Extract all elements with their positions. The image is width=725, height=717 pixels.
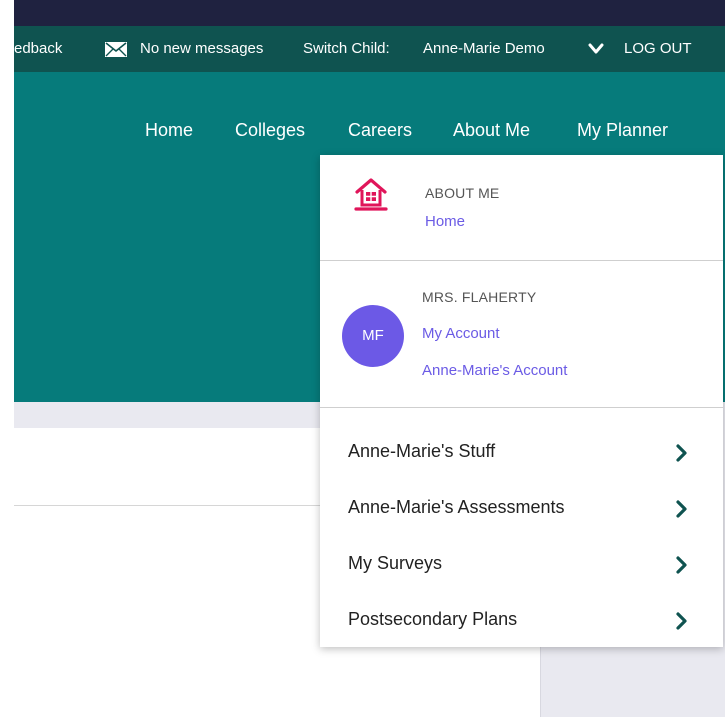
- messages-link[interactable]: No new messages: [140, 40, 263, 57]
- house-icon: [354, 178, 388, 211]
- chevron-right-icon: [676, 500, 687, 518]
- menu-item-postsecondary-plans[interactable]: Postsecondary Plans: [320, 593, 723, 649]
- avatar: MF: [342, 305, 404, 367]
- utility-bar: edback No new messages Switch Child: Ann…: [0, 26, 725, 72]
- about-me-heading: ABOUT ME: [425, 185, 500, 201]
- nav-about-me[interactable]: About Me: [453, 120, 530, 141]
- mail-icon[interactable]: [105, 42, 127, 57]
- nav-colleges[interactable]: Colleges: [235, 120, 305, 141]
- chevron-right-icon: [676, 444, 687, 462]
- chevron-right-icon: [676, 612, 687, 630]
- menu-item-stuff[interactable]: Anne-Marie's Stuff: [320, 425, 723, 481]
- menu-item-label: Postsecondary Plans: [348, 609, 518, 629]
- nav-my-planner[interactable]: My Planner: [577, 120, 668, 141]
- divider: [320, 260, 723, 261]
- switch-child-select[interactable]: Anne-Marie Demo: [423, 40, 545, 57]
- about-me-dropdown: ABOUT ME Home MF MRS. FLAHERTY My Accoun…: [320, 155, 723, 647]
- switch-child-label: Switch Child:: [303, 40, 390, 57]
- nav-home[interactable]: Home: [145, 120, 193, 141]
- divider: [320, 407, 723, 408]
- child-account-link[interactable]: Anne-Marie's Account: [422, 362, 567, 379]
- nav-careers[interactable]: Careers: [348, 120, 412, 141]
- top-strip: [0, 0, 725, 26]
- menu-item-label: My Surveys: [348, 553, 443, 573]
- chevron-down-icon[interactable]: [588, 43, 604, 55]
- menu-item-label: Anne-Marie's Stuff: [348, 441, 496, 461]
- account-owner-heading: MRS. FLAHERTY: [422, 289, 537, 305]
- my-account-link[interactable]: My Account: [422, 325, 500, 342]
- menu-item-assessments[interactable]: Anne-Marie's Assessments: [320, 481, 723, 537]
- left-gutter: [0, 0, 14, 717]
- feedback-link[interactable]: edback: [14, 40, 62, 57]
- chevron-right-icon: [676, 556, 687, 574]
- logout-link[interactable]: LOG OUT: [624, 40, 692, 57]
- menu-item-surveys[interactable]: My Surveys: [320, 537, 723, 593]
- menu-item-label: Anne-Marie's Assessments: [348, 497, 565, 517]
- about-me-home-link[interactable]: Home: [425, 213, 465, 230]
